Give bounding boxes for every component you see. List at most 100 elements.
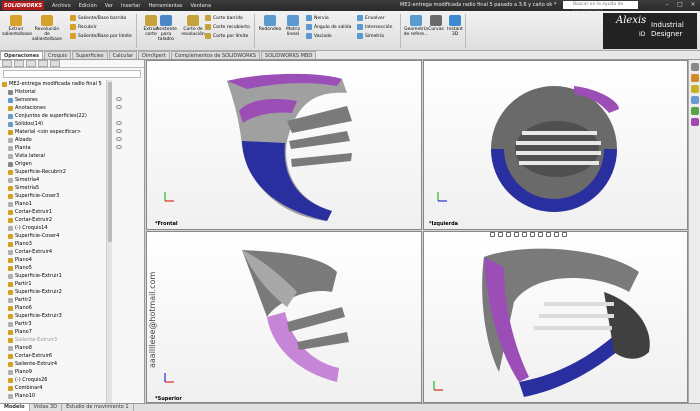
command-tab[interactable]: Operaciones (0, 51, 44, 59)
ribbon-button[interactable]: Revolución de saliente/base (32, 15, 62, 42)
tree-node[interactable]: Simetría4 (0, 176, 113, 184)
view-settings-icon[interactable] (562, 232, 567, 237)
tree-node[interactable]: (-) Croquis14 (0, 224, 113, 232)
visibility-eye-icon[interactable] (116, 145, 122, 149)
tree-node[interactable]: Anotaciones (0, 104, 113, 112)
ribbon-button[interactable]: Curvas (428, 15, 444, 32)
tree-node[interactable]: Alzado (0, 136, 113, 144)
help-search-input[interactable]: Buscar en la ayuda de SOLIDWORKS (563, 1, 638, 15)
bottom-tab[interactable]: Vistas 3D (30, 404, 63, 411)
tree-node[interactable]: Cortar-Extruir1 (0, 208, 113, 216)
ribbon-small-button[interactable]: Saliente/Base por límite (70, 33, 132, 39)
visibility-eye-icon[interactable] (116, 105, 122, 109)
ribbon-button[interactable]: Corte de revolución (180, 15, 206, 37)
tree-node[interactable]: ME2-entrega modificada radio final 5 (0, 80, 113, 88)
maximize-icon[interactable]: □ (675, 1, 685, 9)
ribbon-small-button[interactable]: Intersección (357, 24, 392, 30)
ribbon-small-button[interactable]: Corte recubierto (205, 24, 250, 30)
display-style-icon[interactable] (530, 232, 535, 237)
file-explorer-icon[interactable] (691, 85, 699, 93)
tree-node[interactable]: Cortar-Extruir6 (0, 352, 113, 360)
tree-node[interactable]: Superficie-Extruir1 (0, 272, 113, 280)
ribbon-small-button[interactable]: Nervio (306, 15, 329, 21)
visibility-eye-icon[interactable] (116, 121, 122, 125)
tree-node[interactable]: Superficie-Extruir3 (0, 312, 113, 320)
ribbon-small-button[interactable]: Envolver (357, 15, 385, 21)
tree-filter-input[interactable] (3, 70, 141, 78)
design-library-icon[interactable] (691, 74, 699, 82)
close-icon[interactable]: × (688, 1, 698, 9)
ribbon-button[interactable]: Instant 3D (446, 15, 464, 37)
tree-node[interactable]: Superficie-Coser4 (0, 232, 113, 240)
tree-node[interactable]: Plano10 (0, 392, 113, 400)
ribbon-small-button[interactable]: Corte por límite (205, 33, 248, 39)
menu-item[interactable]: Archivo (48, 3, 75, 9)
hide-show-icon[interactable] (538, 232, 543, 237)
tree-scrollbar[interactable] (106, 80, 112, 403)
tree-node[interactable]: Partir2 (0, 296, 113, 304)
zoom-fit-icon[interactable] (490, 232, 495, 237)
tree-node[interactable]: Superficie-Extruir2 (0, 288, 113, 296)
command-tab[interactable]: Superficies (71, 51, 108, 59)
tree-node[interactable]: Material <sin especificar> (0, 128, 113, 136)
tree-node[interactable]: Plano5 (0, 264, 113, 272)
tree-node[interactable]: Combinar4 (0, 384, 113, 392)
tree-node[interactable]: Historial (0, 88, 113, 96)
menu-item[interactable]: Insertar (117, 3, 144, 9)
tree-node[interactable]: Plano1 (0, 200, 113, 208)
visibility-eye-icon[interactable] (116, 97, 122, 101)
property-tab-icon[interactable] (14, 60, 24, 67)
tree-node[interactable]: Conjuntos de superficies(22) (0, 112, 113, 120)
menu-item[interactable]: Herramientas (144, 3, 186, 9)
visibility-eye-icon[interactable] (116, 129, 122, 133)
tree-node[interactable]: Plano9 (0, 368, 113, 376)
tree-node[interactable]: Partir1 (0, 280, 113, 288)
scroll-thumb[interactable] (108, 82, 112, 242)
zoom-area-icon[interactable] (498, 232, 503, 237)
tree-node[interactable]: Origen (0, 160, 113, 168)
dimxpert-tab-icon[interactable] (38, 60, 48, 67)
ribbon-button[interactable]: Asistente para taladro (156, 15, 177, 42)
visibility-eye-icon[interactable] (116, 137, 122, 141)
ribbon-small-button[interactable]: Ángulo de salida (306, 24, 351, 30)
tree-node[interactable]: Planta (0, 144, 113, 152)
tree-node[interactable]: Saliente-Extruir4 (0, 360, 113, 368)
tree-node[interactable]: Saliente-Extruir3 (0, 336, 113, 344)
tree-node[interactable]: Cortar-Extruir4 (0, 248, 113, 256)
section-view-icon[interactable] (514, 232, 519, 237)
command-tab[interactable]: SOLIDWORKS MBD (261, 51, 317, 59)
view-orientation-icon[interactable] (522, 232, 527, 237)
tree-node[interactable]: Superficie-Coser3 (0, 192, 113, 200)
display-tab-icon[interactable] (50, 60, 60, 67)
command-tab[interactable]: DimXpert (137, 51, 170, 59)
tree-node[interactable]: Simetría5 (0, 184, 113, 192)
view-palette-icon[interactable] (691, 96, 699, 104)
viewport-top[interactable]: *Superior (146, 231, 422, 403)
tree-node[interactable]: Partir3 (0, 320, 113, 328)
command-tab[interactable]: Croquis (44, 51, 71, 59)
tree-node[interactable]: Sensores (0, 96, 113, 104)
custom-properties-icon[interactable] (691, 118, 699, 126)
solidworks-logo[interactable]: SOLIDWORKS (2, 1, 44, 10)
bottom-tab[interactable]: Estudio de movimiento 1 (62, 404, 134, 411)
ribbon-button[interactable]: Matriz lineal (283, 15, 303, 37)
appearance-icon[interactable] (546, 232, 551, 237)
command-tab[interactable]: Complementos de SOLIDWORKS (170, 51, 261, 59)
viewport-isometric[interactable] (423, 231, 688, 403)
tree-node[interactable]: Cortar-Extruir2 (0, 216, 113, 224)
menu-item[interactable]: Ventana (187, 3, 216, 9)
tree-node[interactable]: Plano6 (0, 304, 113, 312)
ribbon-small-button[interactable]: Vaciado (306, 33, 332, 39)
ribbon-small-button[interactable]: Simetría (357, 33, 384, 39)
tree-node[interactable]: Vista lateral (0, 152, 113, 160)
tree-node[interactable]: Plano3 (0, 240, 113, 248)
menu-item[interactable]: Ver (101, 3, 117, 9)
tree-node[interactable]: Plano4 (0, 256, 113, 264)
viewport-front[interactable]: *Frontal (146, 60, 422, 230)
appearances-icon[interactable] (691, 107, 699, 115)
menu-item[interactable]: Edición (75, 3, 101, 9)
scene-icon[interactable] (554, 232, 559, 237)
ribbon-button[interactable]: Extruir saliente/base (2, 15, 32, 37)
config-tab-icon[interactable] (26, 60, 36, 67)
tree-node[interactable]: (-) Croquis26 (0, 376, 113, 384)
